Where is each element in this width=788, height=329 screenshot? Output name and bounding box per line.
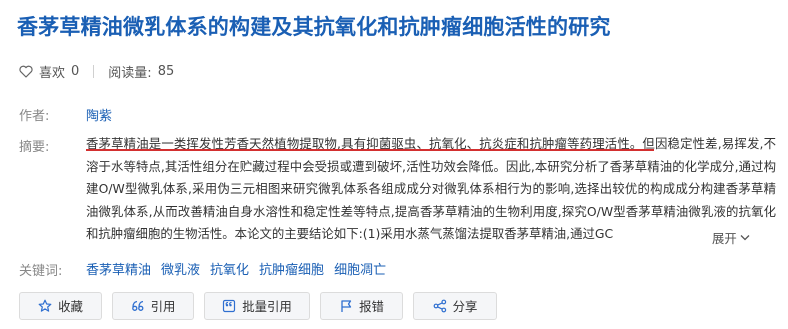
like-stat[interactable]: 喜欢 0	[19, 62, 79, 81]
chevron-down-icon	[740, 233, 750, 244]
keyword-link[interactable]: 细胞凋亡	[334, 259, 386, 278]
article-stats: 喜欢 0 阅读量: 85	[19, 61, 174, 81]
expand-button[interactable]: 展开	[709, 227, 750, 249]
batch-cite-label: 批量引用	[242, 300, 292, 314]
star-icon	[38, 299, 52, 313]
batch-cite-button[interactable]: 批量引用	[204, 292, 310, 320]
stats-divider	[93, 64, 95, 78]
keyword-link[interactable]: 抗肿瘤细胞	[259, 259, 324, 278]
author-link[interactable]: 陶紫	[86, 105, 112, 124]
read-count: 85	[157, 63, 175, 79]
like-count: 0	[71, 63, 80, 79]
share-label: 分享	[452, 300, 478, 314]
action-bar: 收藏 引用 批量引用 报错 分享	[19, 292, 507, 320]
report-label: 报错	[359, 300, 384, 314]
page-title: 香茅草精油微乳体系的构建及其抗氧化和抗肿瘤细胞活性的研究	[17, 15, 611, 39]
favorite-label: 收藏	[58, 300, 83, 314]
flag-icon	[339, 299, 353, 313]
keyword-link[interactable]: 微乳液	[161, 259, 200, 278]
favorite-button[interactable]: 收藏	[19, 292, 102, 320]
report-button[interactable]: 报错	[320, 292, 403, 320]
keywords-label: 关键词:	[19, 264, 63, 279]
share-button[interactable]: 分享	[413, 292, 497, 320]
cite-label: 引用	[150, 300, 176, 314]
author-label: 作者:	[19, 109, 50, 124]
like-label: 喜欢	[39, 65, 66, 81]
keyword-link[interactable]: 香茅草精油	[86, 259, 151, 278]
share-icon	[433, 299, 447, 313]
highlight-underline	[86, 149, 654, 151]
read-stat: 阅读量: 85	[108, 62, 174, 81]
heart-outline-icon[interactable]	[19, 64, 33, 78]
keyword-link[interactable]: 抗氧化	[210, 259, 249, 278]
cite-button[interactable]: 引用	[112, 292, 194, 320]
quote-icon	[131, 299, 145, 313]
abstract-label: 摘要:	[19, 140, 50, 155]
keywords-list: 香茅草精油 微乳液 抗氧化 抗肿瘤细胞 细胞凋亡	[86, 259, 396, 278]
read-label: 阅读量:	[108, 65, 152, 81]
batch-cite-icon	[222, 299, 236, 313]
expand-label: 展开	[712, 231, 737, 246]
